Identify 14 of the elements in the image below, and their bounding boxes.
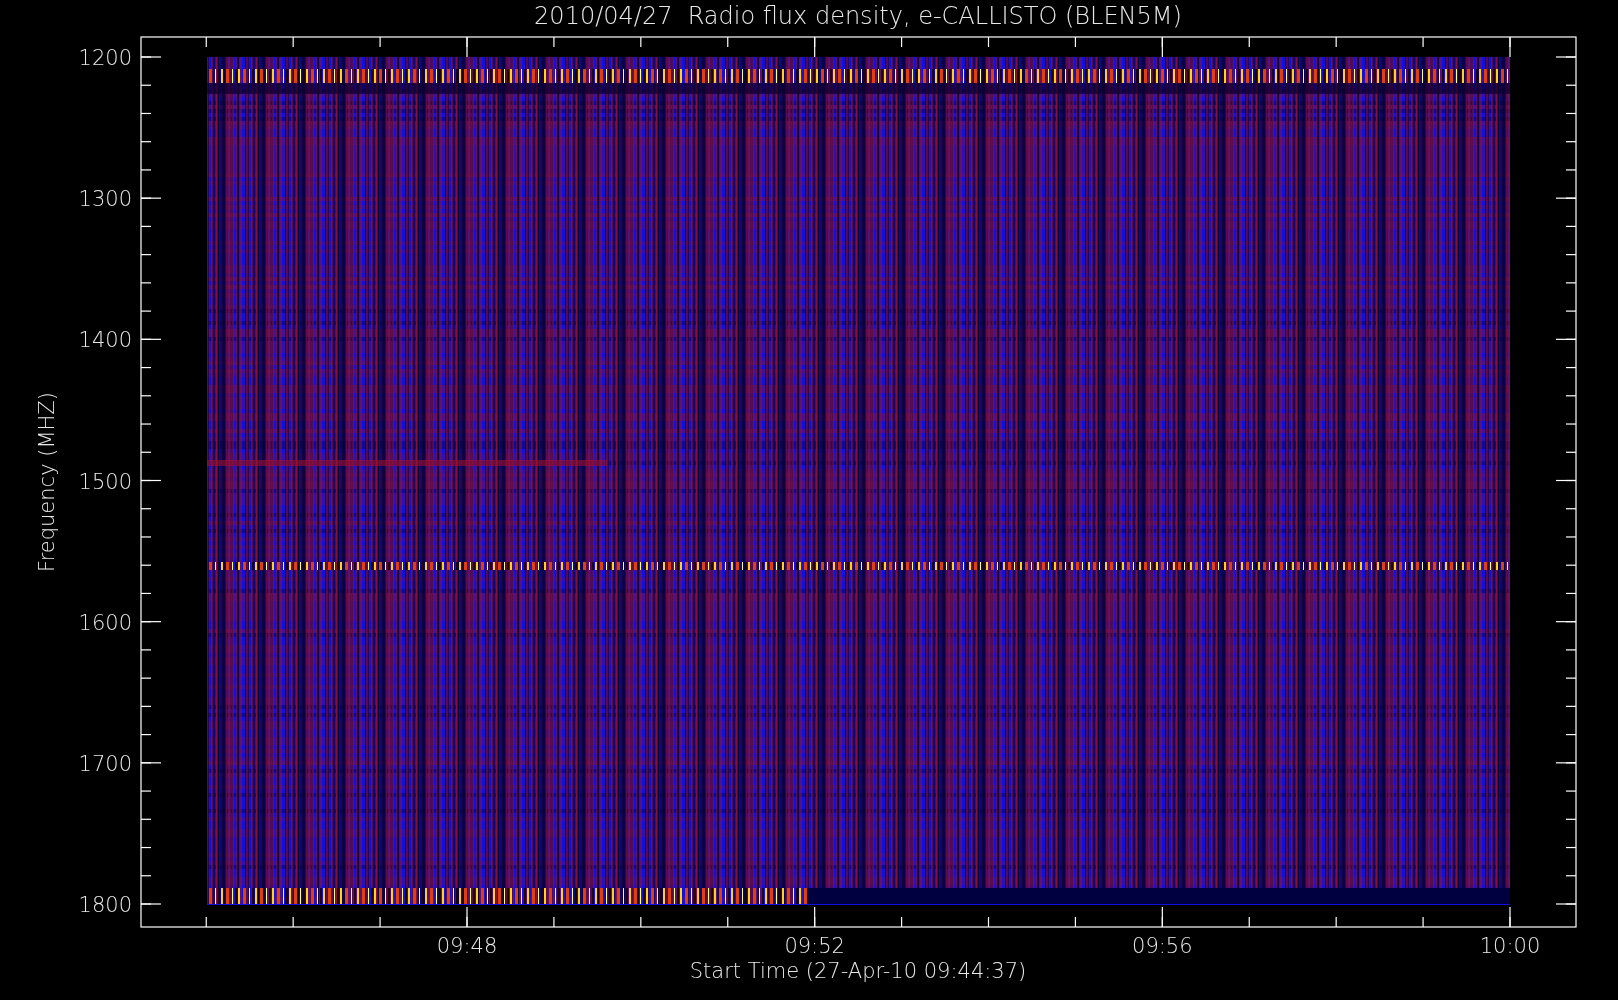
axis-label: Start Time (27-Apr-10 09:44:37) xyxy=(689,959,1027,983)
tick-label: 1800 xyxy=(78,893,132,917)
tick-label: 09:52 xyxy=(784,934,845,958)
tick-label: 10:00 xyxy=(1479,934,1541,958)
tick-label: 1400 xyxy=(78,328,132,353)
tick-label: 1200 xyxy=(78,46,132,70)
tick-label: 1600 xyxy=(78,610,132,635)
axis-label: Frequency (MHZ) xyxy=(35,392,59,572)
tick-label: 1500 xyxy=(78,469,132,494)
tick-label: 09:56 xyxy=(1132,934,1193,958)
tick-label: 1300 xyxy=(78,187,132,212)
tick-label: 1700 xyxy=(78,751,132,776)
tick-label: 09:48 xyxy=(436,934,498,958)
chart-title: 2010/04/27 Radio flux density, e-CALLISTO (BLEN5M) xyxy=(534,2,1182,30)
